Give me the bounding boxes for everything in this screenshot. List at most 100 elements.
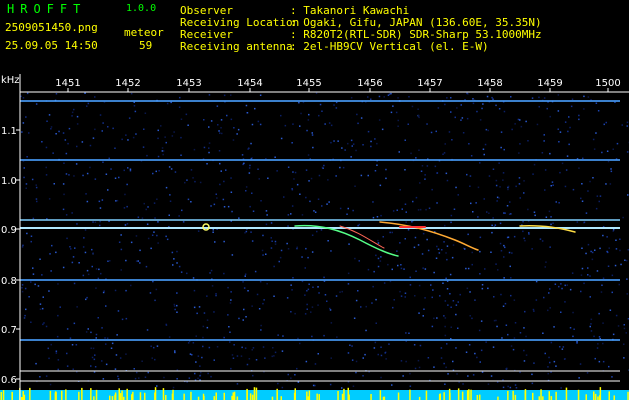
noise-dot — [178, 265, 181, 268]
noise-dot — [496, 381, 499, 383]
noise-dot — [480, 320, 483, 322]
noise-dot — [50, 343, 52, 346]
meteor-label: meteor — [124, 26, 164, 39]
noise-dot — [278, 260, 280, 263]
noise-dot — [260, 200, 262, 202]
noise-dot — [522, 220, 524, 223]
noise-dot — [523, 327, 525, 329]
noise-dot — [580, 197, 582, 200]
noise-dot — [259, 280, 262, 283]
noise-dot — [498, 197, 500, 199]
noise-dot — [267, 177, 269, 179]
noise-dot — [101, 130, 103, 132]
noise-dot — [347, 207, 349, 210]
noise-dot — [381, 128, 384, 131]
spike — [139, 392, 142, 400]
noise-dot — [422, 315, 424, 317]
noise-dot — [213, 203, 216, 206]
noise-dot — [199, 365, 201, 367]
noise-dot — [404, 292, 407, 294]
noise-dot — [391, 384, 393, 386]
noise-dot — [522, 230, 524, 233]
y-tick-label: 1.0 — [1, 176, 17, 187]
noise-dot — [75, 344, 78, 346]
noise-dot — [339, 207, 342, 210]
noise-dot — [105, 173, 108, 175]
noise-dot — [581, 267, 584, 270]
noise-dot — [444, 317, 447, 319]
noise-dot — [227, 286, 229, 289]
noise-dot — [431, 188, 433, 191]
noise-dot — [112, 127, 114, 130]
noise-dot — [531, 97, 534, 99]
noise-dot — [460, 119, 462, 121]
spike — [597, 396, 599, 400]
noise-dot — [564, 185, 567, 188]
noise-dot — [89, 166, 91, 169]
noise-dot — [598, 336, 601, 338]
spike — [598, 395, 601, 400]
noise-dot — [176, 262, 178, 264]
noise-dot — [99, 224, 101, 227]
noise-dot — [330, 357, 332, 359]
noise-dot — [476, 110, 478, 113]
spike — [54, 392, 57, 400]
noise-dot — [23, 317, 26, 319]
noise-dot — [483, 153, 485, 156]
noise-dot — [348, 243, 350, 245]
noise-dot — [120, 248, 123, 251]
noise-dot — [91, 356, 94, 359]
noise-dot — [95, 268, 98, 270]
noise-dot — [625, 259, 628, 262]
noise-dot — [129, 168, 132, 170]
noise-dot — [436, 202, 438, 204]
noise-dot — [180, 271, 183, 273]
noise-dot — [595, 207, 598, 210]
noise-dot — [453, 208, 456, 210]
noise-dot — [424, 268, 427, 270]
noise-dot — [71, 261, 74, 264]
noise-dot — [299, 193, 301, 195]
noise-dot — [372, 216, 375, 219]
noise-dot — [493, 296, 495, 298]
noise-dot — [440, 347, 443, 349]
noise-dot — [89, 144, 92, 147]
noise-dot — [309, 200, 311, 203]
noise-dot — [164, 136, 166, 138]
noise-dot — [299, 342, 301, 345]
noise-dot — [279, 256, 282, 259]
noise-dot — [607, 265, 610, 267]
noise-dot — [510, 96, 512, 98]
noise-dot — [197, 355, 200, 357]
noise-dot — [189, 353, 192, 355]
antenna-value: : 2el-HB9CV Vertical (el. E-W) — [290, 40, 489, 53]
noise-dot — [39, 308, 42, 310]
noise-dot — [186, 179, 188, 181]
noise-dot — [290, 311, 292, 313]
noise-dot — [467, 267, 470, 270]
noise-dot — [86, 105, 88, 107]
noise-dot — [107, 189, 109, 191]
noise-dot — [98, 200, 101, 203]
noise-dot — [71, 115, 73, 117]
noise-dot — [519, 371, 521, 374]
noise-dot — [356, 113, 358, 116]
noise-dot — [185, 113, 188, 116]
noise-dot — [622, 216, 624, 219]
noise-dot — [184, 181, 186, 184]
spike — [213, 396, 215, 400]
noise-dot — [272, 347, 274, 349]
noise-dot — [243, 162, 245, 165]
noise-dot — [314, 363, 317, 365]
noise-dot — [90, 347, 92, 349]
noise-dot — [147, 371, 149, 374]
noise-dot — [102, 291, 105, 294]
noise-dot — [41, 307, 44, 310]
noise-dot — [90, 365, 92, 367]
noise-dot — [436, 317, 438, 319]
noise-dot — [99, 207, 102, 209]
noise-dot — [569, 327, 572, 329]
spike — [165, 395, 167, 400]
noise-dot — [321, 110, 323, 112]
noise-dot — [283, 196, 285, 198]
